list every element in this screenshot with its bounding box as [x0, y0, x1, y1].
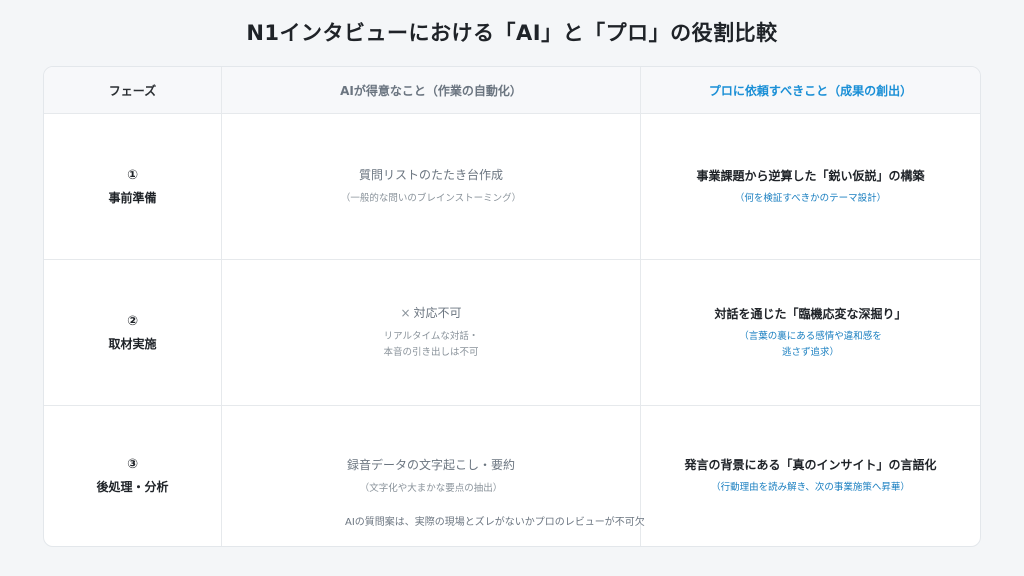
header-pro: プロに依頼すべきこと（成果の創出）: [641, 67, 980, 114]
pro-cell-2: 対話を通じた「臨機応変な深掘り」 （言葉の裏にある感情や違和感を 逃さず追求）: [641, 260, 980, 406]
page-title: N1インタビューにおける「AI」と「プロ」の役割比較: [246, 21, 778, 45]
phase-number: ①: [126, 167, 138, 183]
phase-number: ③: [126, 457, 138, 472]
ai-main-text: 質問リストのたたき台作成: [358, 168, 503, 182]
phase-name: 取材実施: [108, 336, 157, 351]
header-phase: フェーズ: [44, 67, 222, 114]
pro-sub-text: （言葉の裏にある感情や違和感を 逃さず追求）: [739, 330, 882, 358]
pro-main-text: 対話を通じた「臨機応変な深掘り」: [714, 306, 907, 321]
phase-number: ②: [126, 313, 138, 329]
phase-name: 後処理・分析: [96, 480, 169, 494]
pro-cell-1: 事業課題から逆算した「鋭い仮説」の構築 （何を検証すべきかのテーマ設計）: [641, 114, 980, 260]
comparison-table: フェーズ AIが得意なこと（作業の自動化） プロに依頼すべきこと（成果の創出） …: [43, 66, 981, 547]
ai-main-text: × 対応不可: [400, 304, 461, 321]
ai-cell-2: × 対応不可 リアルタイムな対話・ 本音の引き出しは不可: [222, 260, 641, 406]
header-ai: AIが得意なこと（作業の自動化）: [222, 67, 641, 114]
cross-icon: ×: [400, 306, 411, 320]
phase-cell-2: ② 取材実施: [44, 260, 222, 406]
ai-sub-text: （文字化や大まかな要点の抽出）: [359, 482, 503, 494]
ai-cell-1: 質問リストのたたき台作成 （一般的な問いのブレインストーミング）: [222, 114, 641, 260]
ai-sub-text: （一般的な問いのブレインストーミング）: [340, 193, 522, 204]
ai-main-text: 録音データの文字起こし・要約: [346, 457, 515, 472]
phase-name: 事前準備: [108, 190, 157, 205]
pro-cell-3: 発言の背景にある「真のインサイト」の言語化 （行動理由を読み解き、次の事業施策へ…: [641, 406, 980, 546]
phase-cell-1: ① 事前準備: [44, 114, 222, 260]
ai-sub-text: リアルタイムな対話・ 本音の引き出しは不可: [383, 331, 479, 358]
pro-sub-text: （何を検証すべきかのテーマ設計）: [734, 192, 887, 204]
phase-cell-3: ③ 後処理・分析: [44, 406, 222, 546]
pro-main-text: 発言の背景にある「真のインサイト」の言語化: [684, 458, 937, 472]
ai-main-label: 対応不可: [413, 306, 462, 320]
footnote: AIの質問案は、実際の現場とズレがないかプロのレビューが不可欠: [345, 517, 645, 528]
pro-sub-text: （行動理由を読み解き、次の事業施策へ昇華）: [711, 482, 910, 493]
pro-main-text: 事業課題から逆算した「鋭い仮説」の構築: [696, 168, 925, 183]
